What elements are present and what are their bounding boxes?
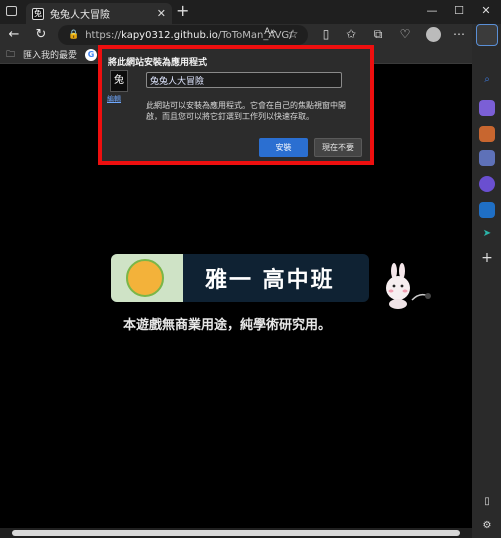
new-tab-icon[interactable]: + [176,3,190,19]
games-icon[interactable] [479,150,495,166]
banner-title: 雅一 高中班 [205,268,335,293]
back-icon[interactable]: ← [6,27,22,42]
search-icon[interactable]: ⌕ [479,72,495,88]
lock-icon[interactable]: 🔒 [68,30,79,40]
install-button[interactable]: 安裝 [259,138,308,157]
not-now-button[interactable]: 現在不要 [314,138,362,157]
read-aloud-icon[interactable]: A» [262,27,278,37]
close-window-icon[interactable]: ✕ [476,4,496,17]
add-sidebar-app-icon[interactable]: + [479,250,495,266]
sidebar-layout-icon[interactable]: ▯ [479,494,495,510]
tab-actions-icon[interactable] [6,6,17,16]
character-avatar [126,259,164,297]
app-name-input[interactable] [146,72,342,88]
tab-title: 兔兔人大冒險 [50,10,110,21]
bunny-mascot-image [386,263,431,309]
dialog-description: 此網站可以安裝為應用程式。它會在自己的焦點視窗中開啟，而且您可以將它釘選到工作列… [146,101,346,121]
collections-icon[interactable]: ⧉ [370,27,386,42]
bing-copilot-icon[interactable] [476,24,498,46]
app-icon-image[interactable]: 兔 [110,70,128,92]
split-screen-icon[interactable]: ▯ [318,27,334,41]
profile-avatar[interactable] [426,27,441,42]
favorite-star-icon[interactable]: ☆ [285,27,301,41]
tools-briefcase-icon[interactable] [479,126,495,142]
import-favorites-link[interactable]: 匯入我的最愛 [23,48,77,61]
dialog-title: 將此網站安裝為應用程式 [108,58,208,68]
maximize-icon[interactable]: ☐ [449,4,469,17]
scrollbar-thumb[interactable] [12,530,460,536]
minimize-icon[interactable]: — [422,4,442,17]
google-favicon-icon[interactable]: G [85,48,98,61]
disclaimer-text: 本遊戲無商業用途，純學術研究用。 [123,318,332,333]
shopping-tag-icon[interactable] [479,100,495,116]
media-play-icon[interactable] [479,176,495,192]
tab-active[interactable]: 兔 兔兔人大冒險 ✕ [26,3,172,24]
favorites-icon[interactable]: ✩ [343,27,359,41]
send-icon[interactable]: ➤ [479,226,495,242]
settings-gear-icon[interactable]: ⚙ [479,518,495,534]
close-tab-icon[interactable]: ✕ [157,7,166,20]
outlook-icon[interactable] [479,202,495,218]
browser-essentials-icon[interactable]: ♡ [397,27,413,41]
import-folder-icon: 🗀 [6,49,16,60]
edit-icon-link[interactable]: 編輯 [107,94,121,104]
refresh-icon[interactable]: ↻ [33,27,49,42]
site-favicon-icon: 兔 [32,7,44,20]
more-menu-icon[interactable]: ⋯ [451,27,467,41]
